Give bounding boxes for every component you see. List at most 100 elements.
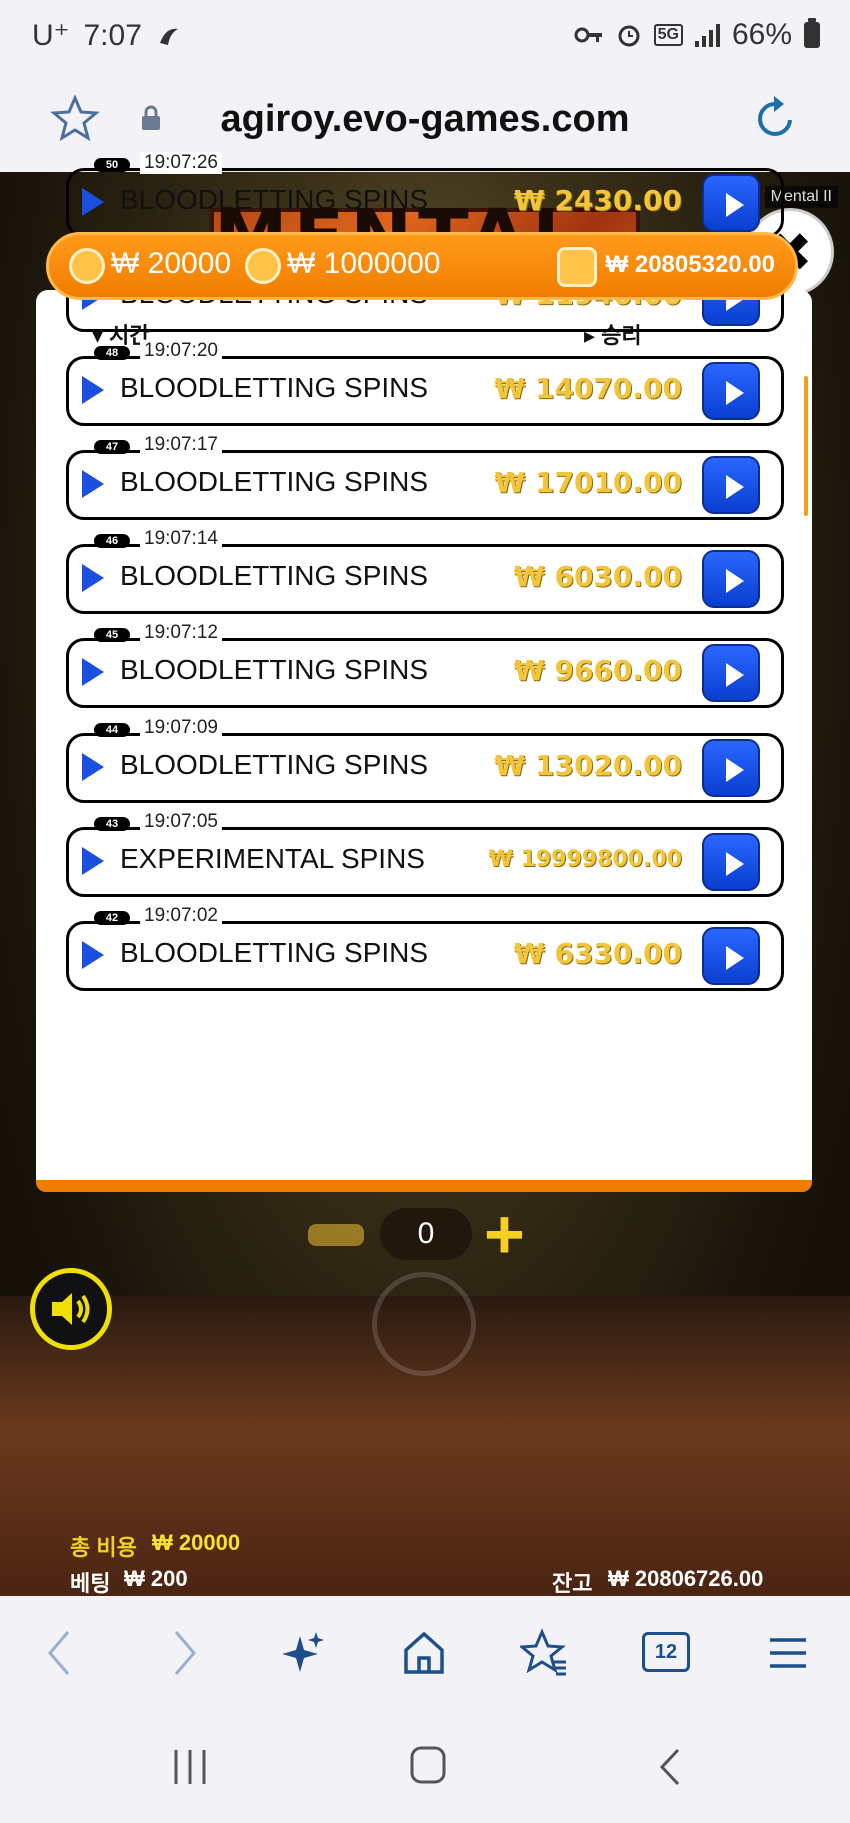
expand-triangle-icon[interactable]	[82, 470, 104, 498]
header-balance: ₩ 20805320.00	[605, 251, 775, 278]
notification-icon	[159, 28, 178, 45]
bookmarks-icon[interactable]	[520, 1628, 570, 1678]
replay-button[interactable]	[702, 739, 760, 797]
key-icon	[574, 27, 602, 43]
recent-apps-icon[interactable]	[170, 1746, 210, 1788]
carrier-label: U⁺	[32, 19, 70, 52]
panel-header: ₩ 20000 ₩ 1000000 ₩ 20805320.00	[46, 232, 798, 300]
round-time: 19:07:09	[140, 717, 222, 739]
round-time: 19:07:20	[140, 340, 222, 362]
round-time: 19:07:12	[140, 622, 222, 644]
history-panel: ▾ 시간 ▸ 승리 50 19:07:26 BLOODLETTING SPINS ₩ …	[36, 152, 812, 1190]
scrollbar[interactable]	[804, 376, 808, 516]
browser-toolbar: 12	[0, 1596, 850, 1712]
replay-button[interactable]	[702, 456, 760, 514]
round-time: 19:07:26	[140, 152, 222, 174]
decrease-bet-button[interactable]	[308, 1224, 364, 1246]
feature-name: BLOODLETTING SPINS	[120, 937, 429, 968]
menu-icon[interactable]	[766, 1628, 810, 1678]
address-bar: agiroy.evo-games.com	[0, 78, 850, 172]
feature-name: BLOODLETTING SPINS	[120, 749, 429, 780]
round-index: 42	[94, 911, 130, 925]
replay-button[interactable]	[702, 362, 760, 420]
expand-triangle-icon[interactable]	[82, 941, 104, 969]
round-index: 48	[94, 346, 130, 360]
win-amount: ₩ 2430.00	[513, 184, 682, 217]
coin-icon	[69, 248, 105, 284]
round-time: 19:07:05	[140, 811, 222, 833]
replay-button[interactable]	[702, 644, 760, 702]
round-index: 46	[94, 534, 130, 548]
round-time: 19:07:02	[140, 905, 222, 927]
alarm-icon	[618, 25, 640, 47]
win-amount: ₩ 19999800.00	[488, 847, 682, 872]
coin-value-2: ₩ 1000000	[287, 247, 441, 280]
feature-name: BLOODLETTING SPINS	[120, 560, 429, 591]
network-label: 5G	[653, 24, 683, 46]
history-row[interactable]: 45 19:07:12 BLOODLETTING SPINS ₩ 9660.00	[66, 622, 784, 708]
battery-icon	[804, 18, 820, 48]
history-row[interactable]: 47 19:07:17 BLOODLETTING SPINS ₩ 17010.00	[66, 434, 784, 520]
status-bar: U⁺ 7:07 5G 66%	[0, 0, 850, 78]
increase-bet-button[interactable]: +	[484, 1199, 525, 1269]
url-text[interactable]: agiroy.evo-games.com	[0, 98, 850, 141]
expand-triangle-icon[interactable]	[82, 753, 104, 781]
coin-value-1: ₩ 20000	[111, 247, 232, 280]
total-cost-value: ₩ 20000	[152, 1530, 241, 1555]
feature-name: EXPERIMENTAL SPINS	[120, 843, 425, 874]
home-icon[interactable]	[400, 1628, 448, 1678]
feature-name: BLOODLETTING SPINS	[120, 654, 429, 685]
expand-triangle-icon[interactable]	[82, 188, 104, 216]
feature-name: BLOODLETTING SPINS	[120, 372, 429, 403]
win-amount: ₩ 6030.00	[513, 560, 682, 593]
win-amount: ₩ 6330.00	[513, 937, 682, 970]
expand-triangle-icon[interactable]	[82, 376, 104, 404]
battery-percent: 66%	[731, 18, 792, 51]
balance-value: ₩ 20806726.00	[608, 1566, 764, 1591]
win-amount: ₩ 9660.00	[513, 654, 682, 687]
balance-label: 잔고	[552, 1571, 593, 1596]
expand-triangle-icon[interactable]	[82, 564, 104, 592]
history-row[interactable]: 43 19:07:05 EXPERIMENTAL SPINS ₩ 19999800.0…	[66, 811, 784, 897]
history-row[interactable]: 50 19:07:26 BLOODLETTING SPINS ₩ 2430.00	[66, 152, 784, 238]
clock: 7:07	[83, 18, 142, 52]
spin-button[interactable]	[372, 1272, 476, 1376]
win-amount: ₩ 14070.00	[494, 372, 682, 405]
round-time: 19:07:14	[140, 528, 222, 550]
round-index: 47	[94, 440, 130, 454]
sound-toggle-button[interactable]	[30, 1268, 112, 1350]
tabs-button[interactable]: 12	[642, 1632, 690, 1672]
feature-name: BLOODLETTING SPINS	[120, 466, 429, 497]
forward-icon[interactable]	[170, 1628, 200, 1678]
round-time: 19:07:17	[140, 434, 222, 456]
replay-button[interactable]	[702, 833, 760, 891]
round-index: 50	[94, 158, 130, 172]
back-nav-icon[interactable]	[656, 1746, 686, 1788]
history-row[interactable]: 42 19:07:02 BLOODLETTING SPINS ₩ 6330.00	[66, 905, 784, 991]
system-navigation	[0, 1712, 850, 1823]
panel-bottom-border	[36, 1180, 812, 1192]
total-cost-label: 총 비용	[70, 1535, 137, 1560]
history-row[interactable]: 44 19:07:09 BLOODLETTING SPINS ₩ 13020.00	[66, 717, 784, 803]
signal-icon	[694, 23, 720, 47]
win-amount: ₩ 17010.00	[494, 466, 682, 499]
round-index: 44	[94, 723, 130, 737]
history-row[interactable]: 48 19:07:20 BLOODLETTING SPINS ₩ 14070.00	[66, 340, 784, 426]
history-row[interactable]: 46 19:07:14 BLOODLETTING SPINS ₩ 6030.00	[66, 528, 784, 614]
bet-counter: 0	[380, 1208, 472, 1260]
coin-icon	[245, 248, 281, 284]
sparkle-icon[interactable]	[280, 1628, 326, 1678]
expand-triangle-icon[interactable]	[82, 847, 104, 875]
home-nav-icon[interactable]	[408, 1744, 448, 1786]
feature-name: BLOODLETTING SPINS	[120, 184, 429, 215]
replay-button[interactable]	[702, 174, 760, 232]
replay-button[interactable]	[702, 550, 760, 608]
bet-label: 베팅	[70, 1571, 111, 1596]
wallet-icon	[557, 247, 597, 287]
replay-button[interactable]	[702, 927, 760, 985]
back-icon[interactable]	[44, 1628, 74, 1678]
win-amount: ₩ 13020.00	[494, 749, 682, 782]
expand-triangle-icon[interactable]	[82, 658, 104, 686]
bet-amount: ₩ 200	[124, 1566, 188, 1591]
reload-icon[interactable]	[752, 94, 800, 144]
